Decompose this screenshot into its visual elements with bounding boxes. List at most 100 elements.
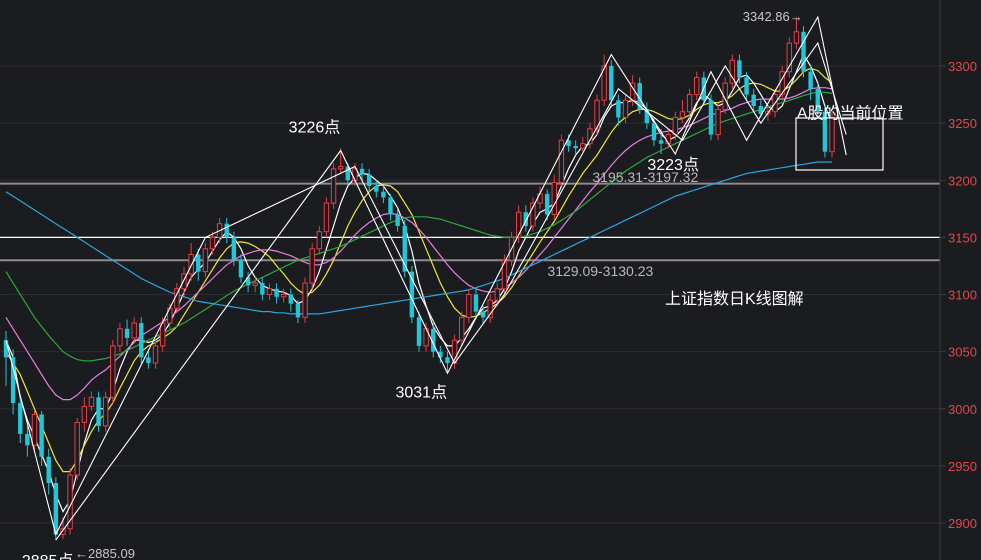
candle-body bbox=[274, 288, 279, 297]
chart-background bbox=[0, 0, 981, 560]
candle-body bbox=[587, 128, 593, 145]
candle-body bbox=[188, 254, 194, 275]
candle bbox=[139, 317, 144, 364]
candle-body bbox=[381, 191, 386, 198]
candle-body bbox=[473, 294, 479, 312]
candle bbox=[330, 163, 337, 209]
annotation-label: 3195.31-3197.32 bbox=[592, 169, 698, 185]
candle-body bbox=[686, 94, 693, 113]
candle-body bbox=[238, 260, 244, 278]
candle-body bbox=[139, 323, 144, 358]
candle-body bbox=[39, 414, 44, 457]
candle-body bbox=[580, 143, 586, 149]
candle bbox=[309, 243, 315, 289]
y-tick-label: 3000 bbox=[948, 402, 977, 417]
candle-body bbox=[466, 294, 472, 318]
candle-body bbox=[416, 317, 422, 346]
candle-body bbox=[260, 283, 265, 295]
candle-body bbox=[459, 316, 465, 341]
candle-body bbox=[544, 193, 550, 215]
candle-body bbox=[102, 396, 109, 427]
candle-body bbox=[88, 396, 95, 407]
annotation-label: 2885点 bbox=[22, 552, 74, 560]
annotation-label: A股的当前位置 bbox=[797, 105, 904, 123]
candle-body bbox=[31, 413, 38, 446]
candle-body bbox=[337, 166, 344, 170]
candle-body bbox=[231, 237, 237, 261]
chart-title: 上证指数日K线图解 bbox=[665, 290, 804, 308]
candle bbox=[96, 391, 101, 432]
candle-body bbox=[737, 60, 742, 78]
y-tick-label: 3200 bbox=[948, 173, 977, 188]
candle-body bbox=[744, 77, 749, 95]
y-tick-label: 2950 bbox=[948, 459, 977, 474]
candle-body bbox=[10, 357, 16, 404]
y-tick-label: 3150 bbox=[948, 230, 977, 245]
candle-body bbox=[494, 288, 501, 301]
y-tick-label: 2900 bbox=[948, 516, 977, 531]
candle-body bbox=[74, 421, 80, 476]
annotation-label: 3226点 bbox=[289, 119, 341, 137]
candle-body bbox=[302, 282, 308, 318]
candle-body bbox=[196, 254, 201, 272]
candle-body bbox=[25, 433, 30, 446]
candle-body bbox=[124, 328, 130, 338]
annotation-label: 3129.09-3130.23 bbox=[547, 263, 653, 279]
candle-body bbox=[679, 111, 686, 118]
candle-body bbox=[573, 145, 578, 149]
candle bbox=[67, 468, 73, 535]
candle-body bbox=[224, 223, 229, 238]
candle-body bbox=[658, 140, 664, 144]
candle-body bbox=[152, 345, 159, 364]
candle-body bbox=[551, 182, 558, 216]
candle-body bbox=[715, 108, 721, 136]
candle-body bbox=[202, 248, 209, 273]
candle-body bbox=[146, 357, 151, 364]
annotation-label: 3031点 bbox=[395, 383, 447, 401]
candle bbox=[801, 26, 806, 78]
candle-body bbox=[480, 311, 486, 318]
candle-body bbox=[374, 185, 379, 192]
annotation-label: ←2885.09 bbox=[75, 546, 135, 560]
candle bbox=[786, 37, 792, 78]
candle-body bbox=[693, 76, 700, 96]
candle-body bbox=[209, 236, 216, 250]
candle-body bbox=[622, 99, 629, 118]
candle-body bbox=[359, 168, 365, 175]
candle-body bbox=[793, 31, 800, 44]
candle-body bbox=[288, 294, 294, 304]
candle-body bbox=[18, 403, 23, 434]
candle-body bbox=[388, 197, 393, 215]
candle-body bbox=[117, 328, 123, 347]
candle bbox=[110, 340, 116, 404]
candle-body bbox=[395, 214, 400, 226]
candle-body bbox=[616, 100, 621, 118]
candle-body bbox=[81, 405, 88, 423]
y-tick-label: 3300 bbox=[948, 59, 977, 74]
candle-body bbox=[751, 94, 756, 106]
candle-body bbox=[280, 294, 287, 298]
candle-body bbox=[708, 100, 714, 135]
candle bbox=[102, 391, 109, 432]
candle-body bbox=[131, 322, 137, 339]
candle-body bbox=[295, 303, 301, 318]
candle bbox=[708, 94, 714, 141]
candle-body bbox=[266, 288, 273, 296]
candle-body bbox=[330, 168, 337, 204]
candle-body bbox=[110, 345, 116, 398]
candle bbox=[594, 94, 600, 135]
candle bbox=[558, 134, 565, 186]
kline-chart: 2900 2950 3000 3050 3100 3150 3200 3250 3300 322… bbox=[0, 0, 981, 560]
candle-body bbox=[309, 248, 315, 284]
candle-body bbox=[96, 397, 101, 426]
candle bbox=[74, 417, 80, 480]
candle-body bbox=[651, 123, 657, 141]
y-tick-label: 3050 bbox=[948, 345, 977, 360]
candle-body bbox=[323, 202, 330, 233]
candle-body bbox=[252, 282, 258, 286]
candle-body bbox=[316, 231, 323, 250]
candle bbox=[323, 197, 330, 238]
candle-body bbox=[3, 340, 9, 358]
y-tick-label: 3250 bbox=[948, 116, 977, 131]
candle bbox=[302, 277, 308, 324]
